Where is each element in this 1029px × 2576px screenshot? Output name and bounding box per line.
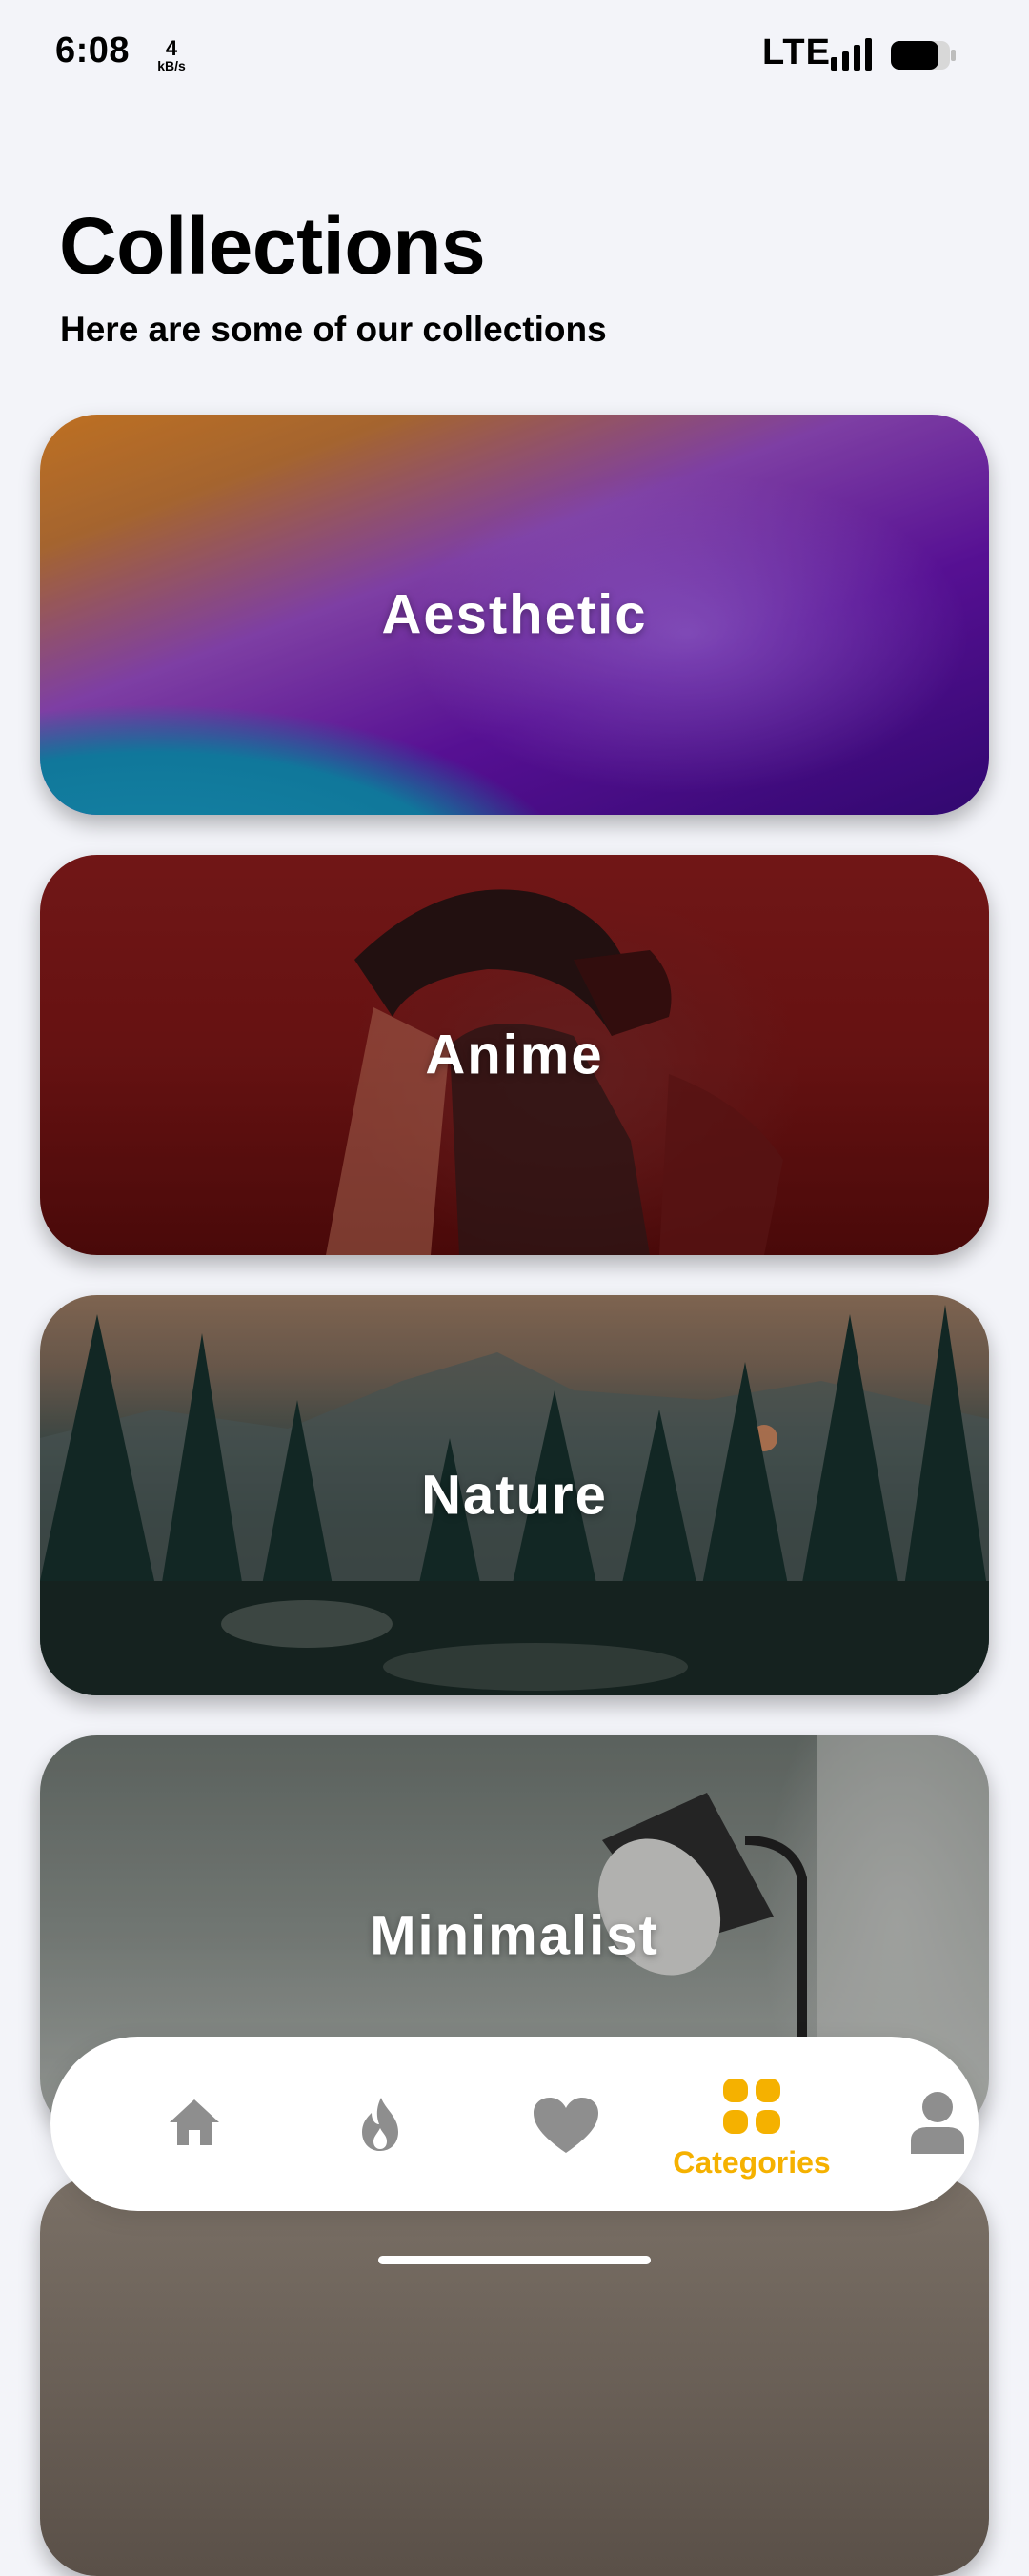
page-title: Collections [59,201,486,291]
collection-label: Aesthetic [381,583,648,646]
collection-card-aesthetic[interactable]: Aesthetic [40,415,989,815]
collection-label: Nature [421,1464,608,1527]
collection-label: Minimalist [370,1904,659,1967]
fire-icon [362,2098,398,2151]
collection-card-nature[interactable]: Nature [40,1295,989,1695]
home-indicator [378,2256,651,2264]
user-icon [911,2092,964,2154]
bottom-navigation-bar: Categories [50,2037,979,2211]
nav-favorites[interactable] [490,2037,642,2211]
nav-label-categories: Categories [673,2145,831,2180]
collection-card-partial[interactable] [40,2176,989,2576]
battery-icon [891,41,956,70]
grid-icon [723,2079,780,2134]
status-bar: 6:08 4 kB/s LTE [0,0,1029,112]
network-speed-value: 4 [165,36,178,60]
network-speed: 4 kB/s [152,36,191,73]
nav-trending[interactable] [304,2037,456,2211]
collection-label: Anime [425,1024,604,1086]
heart-icon [534,2098,598,2153]
collection-card-anime[interactable]: Anime [40,855,989,1255]
nav-profile[interactable] [861,2037,1014,2211]
signal-icon [831,38,872,71]
status-time: 6:08 [55,30,131,71]
network-type: LTE [762,32,831,72]
card-background [40,2176,989,2576]
page-subtitle: Here are some of our collections [60,310,607,349]
nav-home[interactable] [118,2037,271,2211]
nav-categories[interactable]: Categories [652,2037,852,2211]
network-speed-unit: kB/s [157,58,186,73]
home-icon [170,2099,219,2145]
